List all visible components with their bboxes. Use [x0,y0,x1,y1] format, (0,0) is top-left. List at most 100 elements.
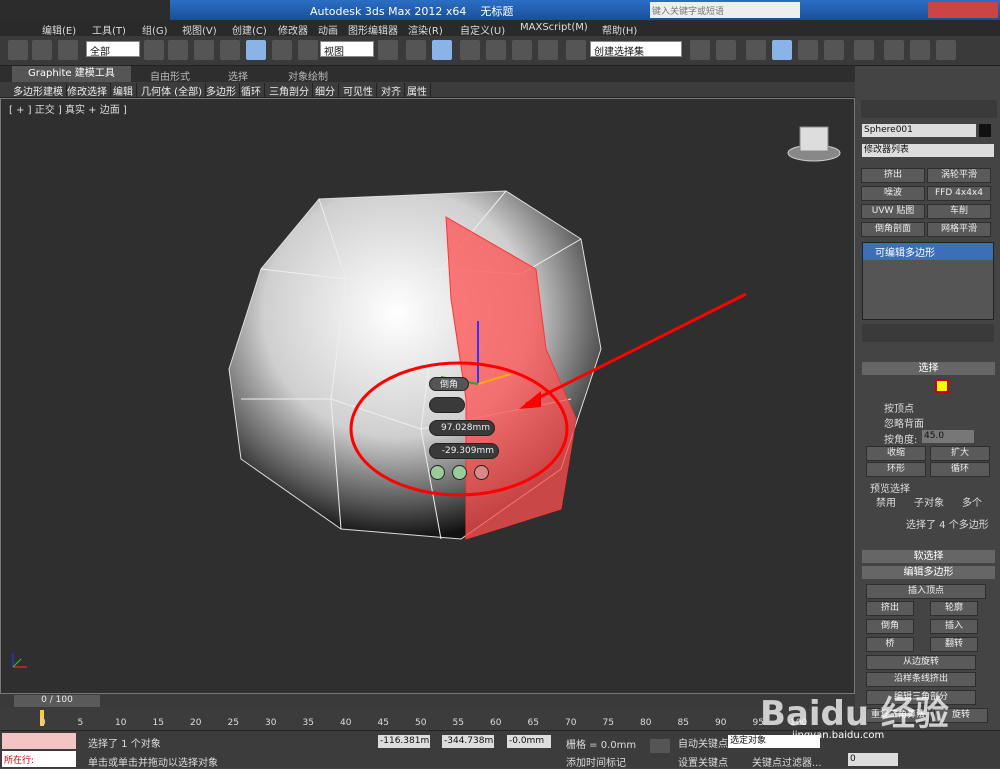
current-frame-input[interactable]: 0 [848,753,898,766]
caddy-apply-button[interactable] [452,465,467,480]
window-controls[interactable] [928,2,998,18]
mod-turbosmooth-button[interactable]: 涡轮平滑 [927,168,991,183]
schematic-icon[interactable] [824,40,844,60]
pivot-icon[interactable] [378,40,398,60]
align-icon[interactable] [716,40,736,60]
mod-ffd-button[interactable]: FFD 4x4x4 [927,186,991,201]
ignore-back-check[interactable]: 忽略背面 [884,415,924,430]
panel-align[interactable]: 对齐 [378,83,405,98]
panel-polygons[interactable]: 多边形 [203,83,240,98]
by-angle-check[interactable]: 按角度: [884,431,917,446]
modifier-stack[interactable]: 可编辑多边形 [862,242,994,320]
add-time-tag[interactable]: 添加时间标记 [566,754,626,769]
graphite-icon[interactable] [772,40,792,60]
rect-select-icon[interactable] [194,40,214,60]
grow-button[interactable]: 扩大 [930,446,990,461]
caddy-ok-button[interactable] [430,465,445,480]
percent-snap-icon[interactable] [512,40,532,60]
viewport[interactable]: [ + ] 正交 ] 真实 + 边面 ] 倒角 97.028mm -29.309… [0,98,855,694]
coord-z-input[interactable]: -0.0mm [507,735,551,748]
viewport-canvas[interactable] [1,99,854,693]
named-selection-select[interactable]: 创建选择集 [590,41,682,58]
key-icon[interactable] [650,739,670,753]
key-filters-button[interactable]: 关键点过滤器... [752,754,822,769]
mod-meshsmooth-button[interactable]: 网格平滑 [927,222,991,237]
quick-access-toolbar[interactable] [0,0,170,20]
panel-poly-modeling[interactable]: 多边形建模 [10,83,67,98]
rollout-selection-header[interactable]: 选择 [862,362,995,375]
panel-tri[interactable]: 三角剖分 [266,83,313,98]
extrude-spline-button[interactable]: 沿样条线挤出 [866,672,976,687]
mod-uvw-button[interactable]: UVW 贴图 [861,204,925,219]
bevel-button[interactable]: 倒角 [866,619,914,634]
tab-graphite[interactable]: Graphite 建模工具 [12,66,131,82]
select-icon[interactable] [144,40,164,60]
by-vertex-check[interactable]: 按顶点 [884,400,914,415]
preview-disabled-radio[interactable]: 禁用 [876,494,896,509]
set-key-button[interactable]: 设置关键点 [678,754,728,769]
mod-extrude-button[interactable]: 挤出 [861,168,925,183]
stack-tools[interactable] [862,324,994,342]
bind-icon[interactable] [58,40,78,60]
window-crossing-icon[interactable] [220,40,240,60]
caddy-outline-field[interactable]: -29.309mm [429,443,499,459]
material-editor-icon[interactable] [854,40,874,60]
panel-edit[interactable]: 编辑 [110,83,137,98]
angle-snap-icon[interactable] [486,40,506,60]
maxscript-mini-listener[interactable]: 所在行: [2,751,76,767]
menu-customize[interactable]: 自定义(U) [460,22,505,37]
ref-coord-select[interactable]: 视图 [320,41,374,58]
tab-freeform[interactable]: 自由形式 [150,68,190,83]
mod-lathe-button[interactable]: 车削 [927,204,991,219]
panel-modify-sel[interactable]: 修改选择 [64,83,111,98]
polygon-mode-icon[interactable] [935,379,949,393]
preview-multi-radio[interactable]: 多个 [962,494,982,509]
time-slider-thumb[interactable]: 0 / 100 [14,695,100,707]
edit-named-sel-icon[interactable] [566,40,586,60]
menu-render[interactable]: 渲染(R) [408,22,443,37]
caddy-height-field[interactable]: 97.028mm [429,420,495,436]
panel-props[interactable]: 属性 [404,83,431,98]
coord-x-input[interactable]: -116.381m [378,735,430,748]
mirror-icon[interactable] [690,40,710,60]
menu-animation[interactable]: 动画 [318,22,338,37]
menu-modifiers[interactable]: 修改器 [278,22,308,37]
render-setup-icon[interactable] [884,40,904,60]
layer-icon[interactable] [746,40,766,60]
command-tabs[interactable] [861,100,997,118]
menu-view[interactable]: 视图(V) [182,22,217,37]
caddy-type-dropdown[interactable] [429,397,465,413]
menu-edit[interactable]: 编辑(E) [42,22,76,37]
tab-selection[interactable]: 选择 [228,68,248,83]
menu-tools[interactable]: 工具(T) [92,22,126,37]
maxscript-listener[interactable] [2,733,76,749]
rollout-soft-selection[interactable]: 软选择 [862,550,995,563]
angle-input[interactable]: 45.0 [922,430,974,443]
extrude-button[interactable]: 挤出 [866,601,914,616]
menu-create[interactable]: 创建(C) [232,22,267,37]
curve-editor-icon[interactable] [798,40,818,60]
snap-icon[interactable] [460,40,480,60]
menu-group[interactable]: 组(G) [142,22,168,37]
manipulate-icon[interactable] [406,40,426,60]
auto-key-button[interactable]: 自动关键点 [678,735,728,750]
panel-subdiv[interactable]: 细分 [312,83,339,98]
panel-geometry[interactable]: 几何体 (全部) [138,83,206,98]
scale-icon[interactable] [298,40,318,60]
object-color-swatch[interactable] [979,124,991,137]
hinge-button[interactable]: 从边旋转 [866,655,976,670]
selection-filter[interactable]: 全部 [86,41,140,58]
spinner-snap-icon[interactable] [538,40,558,60]
unlink-icon[interactable] [32,40,52,60]
caddy-cancel-button[interactable] [474,465,489,480]
modifier-list-select[interactable]: 修改器列表 [862,144,994,157]
object-name-input[interactable]: Sphere001 [862,124,976,137]
keyboard-shortcut-icon[interactable] [432,40,452,60]
mod-bevel-profile-button[interactable]: 倒角剖面 [861,222,925,237]
ring-button[interactable]: 环形 [866,462,926,477]
menu-maxscript[interactable]: MAXScript(M) [520,22,588,33]
time-slider[interactable]: 0 / 100 [0,694,855,708]
move-icon[interactable] [246,40,266,60]
flip-button[interactable]: 翻转 [930,637,978,652]
render-frame-icon[interactable] [910,40,930,60]
